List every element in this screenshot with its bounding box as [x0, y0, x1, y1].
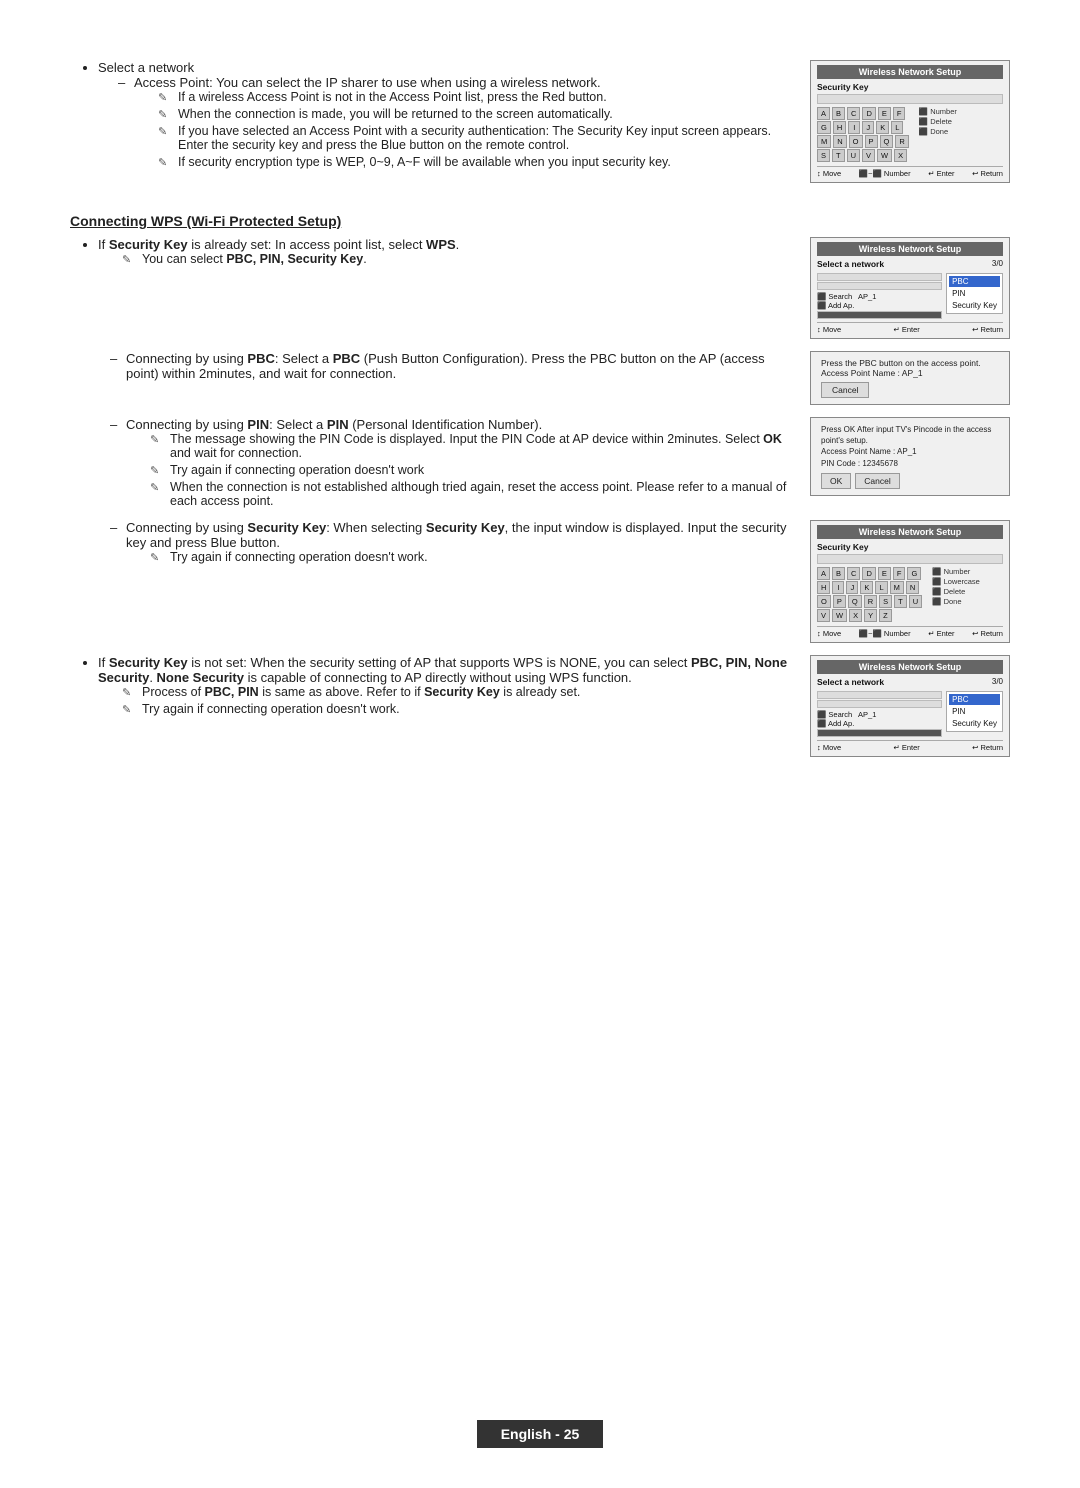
screen-title-1: Wireless Network Setup: [817, 65, 1003, 79]
security-key-screen-1: Wireless Network Setup Security Key ABCD…: [810, 60, 1010, 183]
page-footer: English - 25: [0, 1420, 1080, 1448]
select-network-text: Select a network: [98, 60, 194, 75]
access-point-text: Access Point: You can select the IP shar…: [134, 75, 601, 90]
security-key-screen-2: Wireless Network Setup Security Key ABCD…: [810, 520, 1010, 643]
note-wep: If security encryption type is WEP, 0~9,…: [178, 155, 671, 169]
note-red-button: If a wireless Access Point is not in the…: [178, 90, 607, 104]
pin-dialog-screen: Press OK After input TV's Pincode in the…: [810, 417, 1010, 496]
wps-select-screen: Wireless Network Setup Select a network …: [810, 237, 1010, 339]
section-heading: Connecting WPS (Wi-Fi Protected Setup): [70, 213, 1010, 229]
footer-badge: English - 25: [477, 1420, 604, 1448]
wps-notset-screen: Wireless Network Setup Select a network …: [810, 655, 1010, 757]
pbc-dialog-screen: Press the PBC button on the access point…: [810, 351, 1010, 405]
note-security-auth: If you have selected an Access Point wit…: [178, 124, 771, 152]
note-connection-made: When the connection is made, you will be…: [178, 107, 613, 121]
screen-label-1: Security Key: [817, 82, 1003, 92]
